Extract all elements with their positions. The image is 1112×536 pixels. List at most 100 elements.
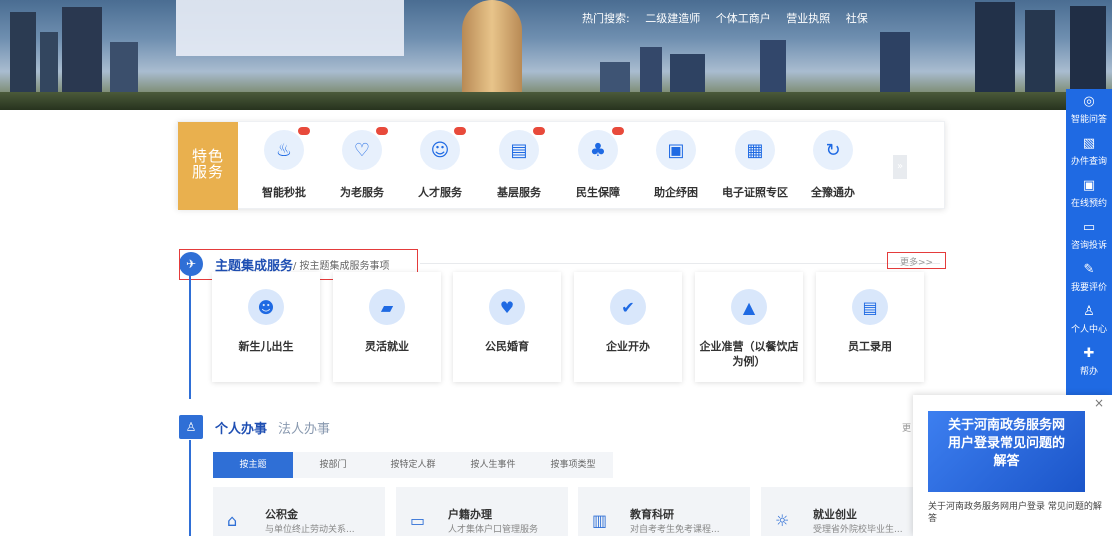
person-icon: ♙ bbox=[179, 415, 203, 439]
heart-icon: ♡ bbox=[342, 127, 388, 170]
featured-item-enterprise-relief[interactable]: ▣ 助企纾困 bbox=[637, 130, 715, 200]
login-panel bbox=[176, 0, 404, 56]
icon-glyph: ▤ bbox=[510, 139, 528, 161]
skyline-building bbox=[975, 2, 1015, 102]
theme-card-flexible-job[interactable]: ▰ 灵活就业 bbox=[333, 272, 441, 382]
timeline-line bbox=[189, 440, 191, 536]
license-icon: ▦ bbox=[735, 130, 775, 170]
couple-icon: ♥ bbox=[489, 289, 525, 325]
featured-label: 特色 服务 bbox=[178, 122, 238, 210]
tab-by-group[interactable]: 按特定人群 bbox=[373, 452, 453, 478]
theme-card-open-business[interactable]: ✔ 企业开办 bbox=[574, 272, 682, 382]
people-icon: ☺ bbox=[420, 127, 466, 170]
baby-icon: ☻ bbox=[248, 289, 284, 325]
tab-by-item-type[interactable]: 按事项类型 bbox=[533, 452, 613, 478]
featured-item-label: 全豫通办 bbox=[811, 186, 855, 199]
rail-consult[interactable]: ▭ 咨询投诉 bbox=[1066, 215, 1112, 257]
service-tile-household[interactable]: ▭ 户籍办理 人才集体户口管理服务 bbox=[396, 487, 568, 536]
featured-item-label: 民生保障 bbox=[576, 186, 620, 199]
rail-personal-center[interactable]: ♙ 个人中心 bbox=[1066, 299, 1112, 341]
rail-smart-qa[interactable]: ◎ 智能问答 bbox=[1066, 89, 1112, 131]
icon-glyph: ▦ bbox=[746, 139, 764, 161]
bulb-icon: ☼ bbox=[775, 511, 797, 533]
notice-link[interactable]: 关于河南政务服务网用户登录 常见问题的解答 bbox=[928, 501, 1108, 525]
icon-glyph: ▣ bbox=[667, 139, 685, 161]
rail-label: 智能问答 bbox=[1070, 115, 1107, 125]
tile-title: 教育科研 bbox=[630, 508, 674, 521]
robot-icon: ◎ bbox=[1083, 94, 1095, 109]
featured-item-province-wide[interactable]: ↻ 全豫通办 bbox=[794, 130, 872, 200]
legal-affairs-tab[interactable]: 法人办事 bbox=[278, 418, 330, 437]
tab-by-life-event[interactable]: 按人生事件 bbox=[453, 452, 533, 478]
featured-item-livelihood[interactable]: ♣ 民生保障 bbox=[559, 127, 637, 200]
theme-more-link[interactable]: 更多>> bbox=[900, 255, 933, 268]
skyline-building bbox=[1025, 10, 1055, 102]
shield-check-icon: ✔ bbox=[610, 289, 646, 325]
featured-item-label: 电子证照专区 bbox=[722, 186, 788, 199]
tile-description: 对自考考生免考课程... bbox=[630, 525, 720, 535]
tile-title: 户籍办理 bbox=[448, 508, 492, 521]
featured-label-line2: 服务 bbox=[191, 163, 224, 181]
tile-description: 人才集体户口管理服务 bbox=[448, 525, 539, 535]
theme-card-label: 员工录用 bbox=[848, 340, 892, 353]
person-icon: ♙ bbox=[1083, 304, 1095, 319]
theme-subtitle: / 按主题集成服务事项 bbox=[293, 261, 390, 272]
rail-label: 在线预约 bbox=[1070, 199, 1107, 209]
edit-icon: ✎ bbox=[1083, 262, 1095, 277]
help-icon: ✚ bbox=[1083, 346, 1095, 361]
skyline-building bbox=[10, 12, 36, 102]
personal-affairs-tab[interactable]: 个人办事 bbox=[215, 418, 267, 437]
theme-card-employee-hiring[interactable]: ▤ 员工录用 bbox=[816, 272, 924, 382]
notice-banner[interactable]: 关于河南政务服务网 用户登录常见问题的 解答 bbox=[928, 411, 1085, 492]
icon-glyph: ▥ bbox=[592, 511, 608, 530]
building-icon: ▤ bbox=[499, 127, 545, 170]
featured-item-talent[interactable]: ☺ 人才服务 bbox=[401, 127, 479, 200]
service-tile-education[interactable]: ▥ 教育科研 对自考考生免考课程... bbox=[578, 487, 750, 536]
featured-item-grassroots[interactable]: ▤ 基层服务 bbox=[480, 127, 558, 200]
briefcase-icon: ▰ bbox=[369, 289, 405, 325]
hot-link[interactable]: 二级建造师 bbox=[645, 12, 700, 25]
featured-item-smart-approval[interactable]: ♨ 智能秒批 bbox=[245, 127, 323, 200]
new-badge bbox=[298, 127, 310, 135]
new-badge bbox=[612, 127, 624, 135]
rail-label: 个人中心 bbox=[1070, 325, 1107, 335]
new-badge bbox=[533, 127, 545, 135]
featured-label-line1: 特色 bbox=[191, 147, 224, 165]
hot-link[interactable]: 营业执照 bbox=[786, 12, 830, 25]
notice-banner-line: 用户登录常见问题的 bbox=[947, 436, 1065, 451]
featured-item-e-license[interactable]: ▦ 电子证照专区 bbox=[716, 130, 794, 200]
city-banner: 热门搜索: 二级建造师 个体工商户 营业执照 社保 bbox=[0, 0, 1112, 110]
hot-link[interactable]: 个体工商户 bbox=[716, 12, 771, 25]
theme-card-newborn[interactable]: ☻ 新生儿出生 bbox=[212, 272, 320, 382]
rail-help[interactable]: ✚ 帮办 bbox=[1066, 341, 1112, 383]
loop-icon: ↻ bbox=[813, 130, 853, 170]
icon-glyph: ☼ bbox=[775, 511, 790, 530]
theme-card-business-permit[interactable]: ▲ 企业准营（以餐饮店为例） bbox=[695, 272, 803, 382]
theme-card-label: 公民婚育 bbox=[485, 340, 529, 353]
featured-next-arrow[interactable]: » bbox=[893, 155, 907, 179]
featured-item-elderly[interactable]: ♡ 为老服务 bbox=[323, 127, 401, 200]
close-icon[interactable]: × bbox=[1094, 396, 1104, 410]
icon-glyph: ♣ bbox=[589, 139, 607, 161]
icon-glyph: ⌂ bbox=[227, 511, 238, 530]
service-tile-employment[interactable]: ☼ 就业创业 受理省外院校毕业生... bbox=[761, 487, 913, 536]
service-tile-housing-fund[interactable]: ⌂ 公积金 与单位终止劳动关系... bbox=[213, 487, 385, 536]
featured-services: 特色 服务 ♨ 智能秒批 ♡ 为老服务 ☺ 人才服务 ▤ 基层服务 ♣ 民生保障… bbox=[177, 121, 945, 210]
rail-label: 办件查询 bbox=[1070, 157, 1107, 167]
rail-label: 我要评价 bbox=[1070, 283, 1107, 293]
theme-card-marriage[interactable]: ♥ 公民婚育 bbox=[453, 272, 561, 382]
personal-more-link[interactable]: 更 bbox=[902, 421, 911, 434]
id-icon: ▭ bbox=[410, 511, 432, 533]
notice-banner-line: 解答 bbox=[993, 454, 1020, 469]
icon-glyph: ↻ bbox=[825, 139, 841, 161]
tab-by-department[interactable]: 按部门 bbox=[293, 452, 373, 478]
rail-case-query[interactable]: ▧ 办件查询 bbox=[1066, 131, 1112, 173]
hot-link[interactable]: 社保 bbox=[846, 12, 868, 25]
notice-popup: × 关于河南政务服务网 用户登录常见问题的 解答 关于河南政务服务网用户登录 常… bbox=[913, 395, 1112, 536]
featured-item-label: 为老服务 bbox=[340, 186, 384, 199]
tab-by-theme[interactable]: 按主题 bbox=[213, 452, 293, 478]
rail-online-booking[interactable]: ▣ 在线预约 bbox=[1066, 173, 1112, 215]
rail-evaluate[interactable]: ✎ 我要评价 bbox=[1066, 257, 1112, 299]
notice-banner-line: 关于河南政务服务网 bbox=[947, 418, 1065, 433]
section-divider bbox=[420, 263, 940, 264]
